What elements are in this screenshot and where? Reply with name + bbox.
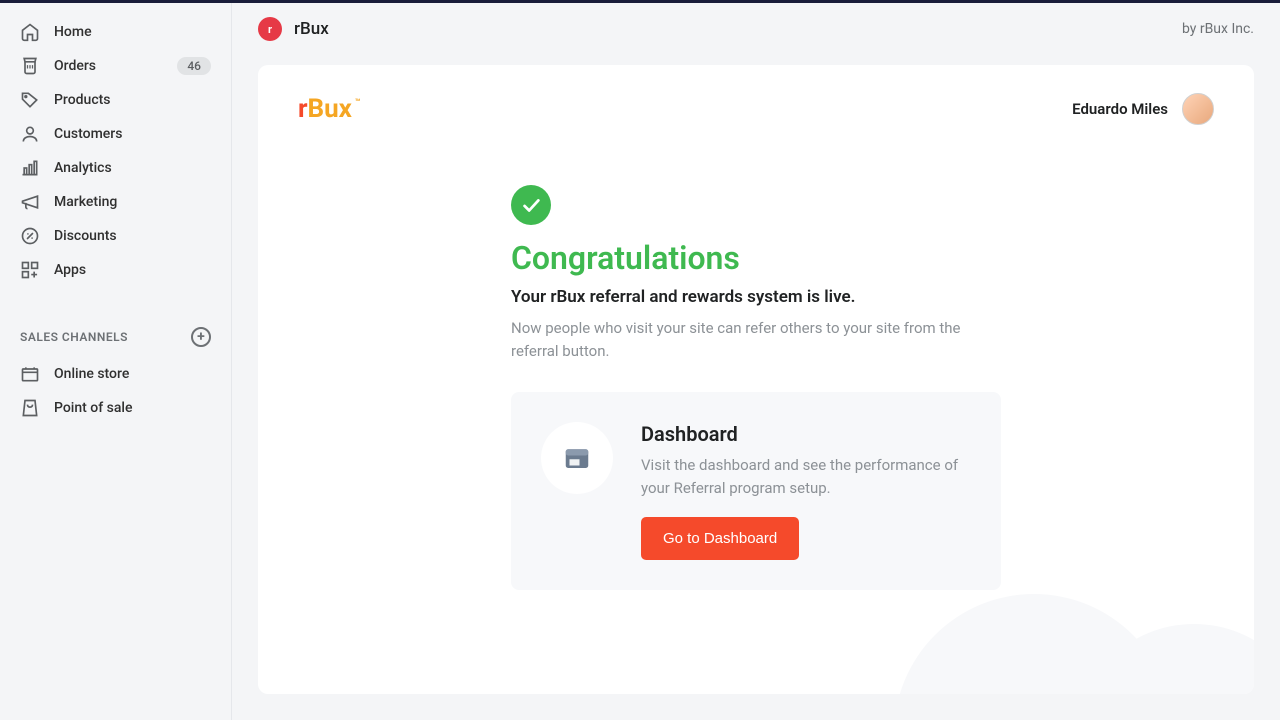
congrats-title: Congratulations: [511, 239, 1001, 277]
home-icon: [20, 22, 40, 42]
nav-label: Analytics: [54, 160, 211, 176]
sidebar-item-analytics[interactable]: Analytics: [0, 151, 231, 185]
dashboard-icon: [541, 422, 613, 494]
app-name: rBux: [294, 19, 329, 39]
app-vendor: by rBux Inc.: [1182, 21, 1254, 37]
analytics-icon: [20, 158, 40, 178]
discounts-icon: [20, 226, 40, 246]
sidebar-item-customers[interactable]: Customers: [0, 117, 231, 151]
dashboard-card: Dashboard Visit the dashboard and see th…: [511, 392, 1001, 590]
user-name: Eduardo Miles: [1072, 100, 1168, 118]
rbux-logo: rBux™: [298, 94, 361, 124]
topbar: r rBux by rBux Inc.: [232, 3, 1280, 55]
success-check-icon: [511, 185, 551, 225]
nav-label: Marketing: [54, 194, 211, 210]
go-to-dashboard-button[interactable]: Go to Dashboard: [641, 517, 799, 560]
orders-badge: 46: [177, 57, 211, 75]
nav-label: Point of sale: [54, 400, 211, 416]
sidebar-item-home[interactable]: Home: [0, 15, 231, 49]
sidebar: Home Orders 46 Products Customers Analyt…: [0, 3, 232, 720]
products-icon: [20, 90, 40, 110]
nav-label: Orders: [54, 58, 177, 74]
dashboard-desc: Visit the dashboard and see the performa…: [641, 454, 971, 499]
sidebar-item-marketing[interactable]: Marketing: [0, 185, 231, 219]
sidebar-item-apps[interactable]: Apps: [0, 253, 231, 287]
customers-icon: [20, 124, 40, 144]
store-icon: [20, 364, 40, 384]
nav-label: Home: [54, 24, 211, 40]
nav-label: Products: [54, 92, 211, 108]
app-badge-icon: r: [258, 17, 282, 41]
sidebar-item-online-store[interactable]: Online store: [0, 357, 231, 391]
pos-icon: [20, 398, 40, 418]
congrats-subtitle: Your rBux referral and rewards system is…: [511, 287, 1001, 307]
orders-icon: [20, 56, 40, 76]
nav-label: Online store: [54, 366, 211, 382]
section-title: SALES CHANNELS: [20, 330, 128, 344]
sidebar-item-products[interactable]: Products: [0, 83, 231, 117]
main-content: r rBux by rBux Inc. rBux™ Eduardo Miles: [232, 3, 1280, 720]
sidebar-item-pos[interactable]: Point of sale: [0, 391, 231, 425]
main-card: rBux™ Eduardo Miles Congratulations Your…: [258, 65, 1254, 694]
decorative-circles: [894, 574, 1254, 694]
congrats-desc: Now people who visit your site can refer…: [511, 317, 1001, 362]
sidebar-item-orders[interactable]: Orders 46: [0, 49, 231, 83]
apps-icon: [20, 260, 40, 280]
user-menu[interactable]: Eduardo Miles: [1072, 93, 1214, 125]
nav-label: Discounts: [54, 228, 211, 244]
avatar: [1182, 93, 1214, 125]
app-brand: r rBux: [258, 17, 329, 41]
sales-channels-header: SALES CHANNELS +: [0, 307, 231, 357]
nav-label: Customers: [54, 126, 211, 142]
marketing-icon: [20, 192, 40, 212]
sidebar-item-discounts[interactable]: Discounts: [0, 219, 231, 253]
nav-label: Apps: [54, 262, 211, 278]
dashboard-title: Dashboard: [641, 422, 971, 446]
add-channel-button[interactable]: +: [191, 327, 211, 347]
